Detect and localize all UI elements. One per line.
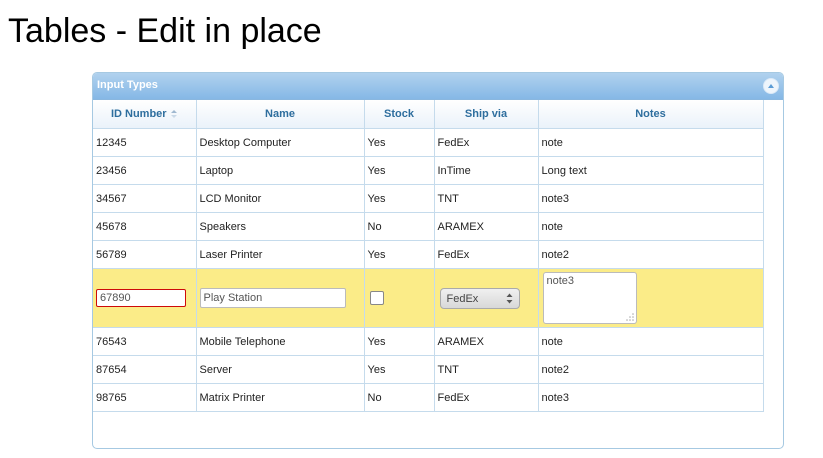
cell-name: Speakers: [196, 212, 365, 241]
table-row[interactable]: 34567 LCD Monitor Yes TNT note3: [93, 184, 764, 213]
ship-via-select[interactable]: FedEx: [439, 287, 520, 309]
name-input[interactable]: [199, 288, 346, 308]
cell-id: 45678: [93, 212, 197, 241]
cell-id: 87654: [93, 355, 197, 384]
ship-via-selected: FedEx: [446, 292, 479, 305]
cell-id: 12345: [93, 128, 197, 157]
cell-stock: Yes: [364, 184, 435, 213]
cell-notes: note3: [538, 383, 764, 412]
table-row[interactable]: 12345 Desktop Computer Yes FedEx note: [93, 128, 764, 157]
page-title: Tables - Edit in place: [8, 12, 322, 50]
cell-name: Matrix Printer: [196, 383, 365, 412]
cell-notes: note2: [538, 355, 764, 384]
cell-notes: note: [538, 128, 764, 157]
header-row: ID Number Name Stock Ship via Notes: [93, 100, 764, 129]
cell-id: 98765: [93, 383, 197, 412]
cell-id: 56789: [93, 240, 197, 269]
cell-stock-edit: [364, 268, 435, 328]
column-header-notes[interactable]: Notes: [538, 100, 764, 129]
cell-ship: ARAMEX: [434, 327, 539, 356]
table-row[interactable]: 56789 Laser Printer Yes FedEx note2: [93, 240, 764, 269]
table-row[interactable]: 87654 Server Yes TNT note2: [93, 355, 764, 384]
cell-name-edit: [196, 268, 365, 328]
cell-id: 34567: [93, 184, 197, 213]
cell-stock: Yes: [364, 327, 435, 356]
cell-stock: Yes: [364, 128, 435, 157]
resize-grip-icon[interactable]: [625, 312, 634, 321]
cell-name: LCD Monitor: [196, 184, 365, 213]
cell-id: 76543: [93, 327, 197, 356]
cell-stock: Yes: [364, 355, 435, 384]
collapse-icon[interactable]: [763, 78, 779, 94]
table-row[interactable]: 98765 Matrix Printer No FedEx note3: [93, 383, 764, 412]
cell-name: Desktop Computer: [196, 128, 365, 157]
cell-notes: note: [538, 327, 764, 356]
cell-id: 23456: [93, 156, 197, 185]
cell-ship: TNT: [434, 184, 539, 213]
cell-notes: Long text: [538, 156, 764, 185]
column-header-stock[interactable]: Stock: [364, 100, 435, 129]
data-table: ID Number Name Stock Ship via Notes 1234…: [93, 100, 764, 412]
cell-stock: No: [364, 383, 435, 412]
cell-name: Mobile Telephone: [196, 327, 365, 356]
table-row[interactable]: 23456 Laptop Yes InTime Long text: [93, 156, 764, 185]
cell-ship-edit: FedEx: [434, 268, 539, 328]
notes-textarea[interactable]: note3: [542, 272, 637, 324]
cell-notes: note: [538, 212, 764, 241]
cell-ship: FedEx: [434, 383, 539, 412]
cell-stock: No: [364, 212, 435, 241]
cell-name: Laser Printer: [196, 240, 365, 269]
cell-notes: note3: [538, 184, 764, 213]
cell-ship: FedEx: [434, 128, 539, 157]
cell-name: Server: [196, 355, 365, 384]
notes-textarea-value: note3: [546, 275, 575, 287]
sort-icon: [170, 110, 177, 119]
table-row[interactable]: 45678 Speakers No ARAMEX note: [93, 212, 764, 241]
cell-ship: ARAMEX: [434, 212, 539, 241]
cell-ship: TNT: [434, 355, 539, 384]
column-header-id[interactable]: ID Number: [93, 100, 197, 129]
cell-stock: Yes: [364, 240, 435, 269]
select-arrows-icon: [506, 293, 512, 303]
cell-name: Laptop: [196, 156, 365, 185]
input-types-grid: Input Types ID Number Name Stock Ship vi…: [92, 72, 784, 449]
cell-id-edit: [93, 268, 197, 328]
cell-ship: InTime: [434, 156, 539, 185]
cell-notes-edit: note3: [538, 268, 764, 328]
table-row[interactable]: 76543 Mobile Telephone Yes ARAMEX note: [93, 327, 764, 356]
stock-checkbox[interactable]: [369, 291, 384, 305]
cell-notes: note2: [538, 240, 764, 269]
cell-ship: FedEx: [434, 240, 539, 269]
column-header-name[interactable]: Name: [196, 100, 365, 129]
column-header-ship[interactable]: Ship via: [434, 100, 539, 129]
grid-caption: Input Types: [93, 73, 783, 100]
grid-caption-title: Input Types: [97, 79, 158, 91]
id-number-input[interactable]: [96, 289, 186, 307]
edit-row: FedEx note3: [93, 268, 764, 328]
cell-stock: Yes: [364, 156, 435, 185]
